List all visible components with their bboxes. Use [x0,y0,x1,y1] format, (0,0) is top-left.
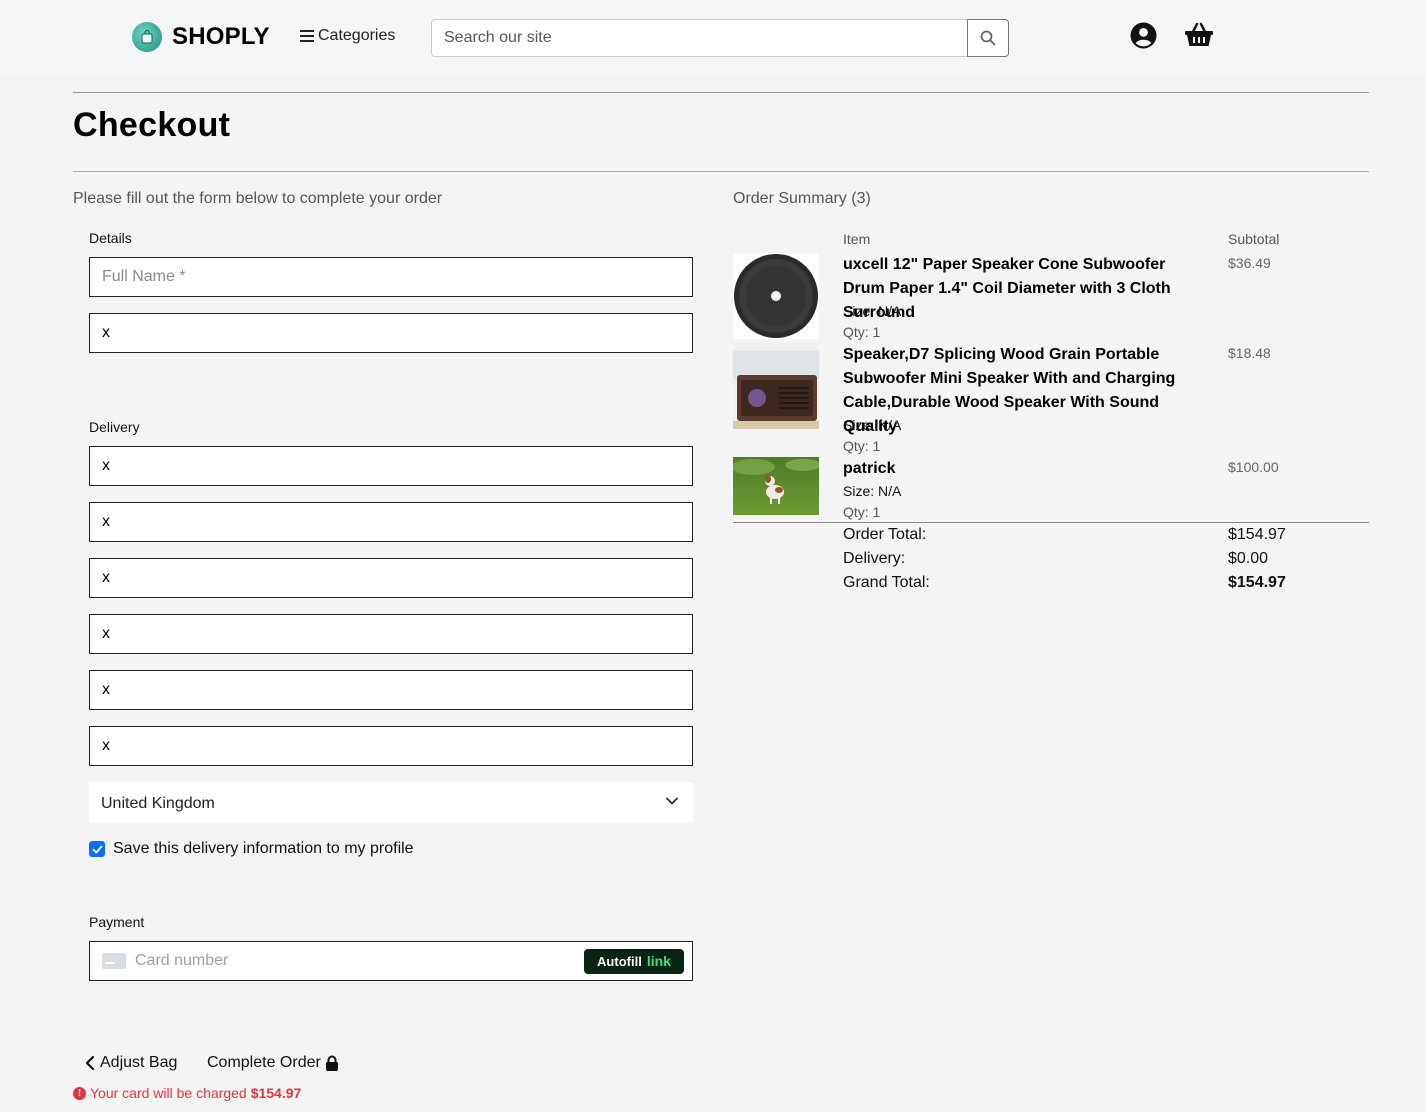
charge-text: Your card will be charged [90,1085,247,1101]
search-icon [980,30,996,46]
payment-label: Payment [89,914,145,930]
postcode-input[interactable]: x [89,726,693,766]
product-image-speaker-cone [733,253,819,339]
chevron-left-icon [85,1055,95,1071]
page-title: Checkout [73,106,231,144]
order-total-label: Order Total: [843,526,927,543]
search-input[interactable] [432,20,967,56]
categories-menu[interactable]: Categories [300,27,395,45]
item-price: $18.48 [1228,345,1271,361]
item-size: Size: N/A [843,483,902,499]
item-qty: Qty: 1 [843,438,881,454]
search-bar [431,19,1009,57]
email-input[interactable]: x [89,313,693,353]
shopping-bag-icon [132,22,162,52]
lock-icon [325,1055,338,1071]
item-price: $36.49 [1228,255,1271,271]
order-total-value: $154.97 [1228,526,1286,543]
delivery-cost-label: Delivery: [843,550,906,567]
basket-button[interactable] [1184,22,1214,53]
full-name-input[interactable]: Full Name * [89,257,693,297]
charge-amount: $154.97 [250,1085,302,1101]
adjust-bag-label: Adjust Bag [100,1054,178,1071]
order-summary-title: Order Summary (3) [733,190,871,207]
grand-total-label: Grand Total: [843,574,930,591]
logo[interactable]: SHOPLY [132,22,270,52]
card-number-field[interactable]: Card number Autofill link [89,941,693,981]
grand-total-value: $154.97 [1228,574,1286,591]
divider [733,522,1369,523]
charge-notice: ! Your card will be charged $154.97 [73,1085,301,1101]
account-icon [1130,22,1157,49]
save-info-row: Save this delivery information to my pro… [89,840,414,858]
column-header-subtotal: Subtotal [1228,231,1280,247]
basket-icon [1185,22,1213,46]
phone-input[interactable]: x [89,446,693,486]
delivery-cost-value: $0.00 [1228,550,1269,567]
complete-order-label: Complete Order [207,1054,321,1071]
card-icon [102,953,126,969]
checkmark-icon [92,845,102,853]
details-label: Details [89,230,132,246]
country-select[interactable]: United Kingdom [89,782,693,823]
item-name: patrick [843,460,896,477]
search-button[interactable] [967,19,1009,57]
chevron-down-icon [666,797,678,805]
item-size: Size: N/A [843,303,902,319]
card-number-placeholder: Card number [135,952,229,969]
country-value: United Kingdom [101,795,215,812]
item-qty: Qty: 1 [843,504,881,520]
autofill-label: Autofill [597,953,642,969]
logo-text: SHOPLY [172,23,270,50]
link-logo: link [646,953,671,969]
column-header-item: Item [843,231,871,247]
categories-label: Categories [318,27,396,44]
item-size: Size: N/A [843,417,902,433]
item-price: $100.00 [1228,459,1279,475]
complete-order-button[interactable]: Complete Order [207,1054,339,1072]
hamburger-icon [300,30,314,42]
delivery-label: Delivery [89,419,140,435]
town-city-input[interactable]: x [89,614,693,654]
street-address-2-input[interactable]: x [89,558,693,598]
item-qty: Qty: 1 [843,324,881,340]
top-navbar: SHOPLY Categories [0,0,1426,76]
form-intro: Please fill out the form below to comple… [73,190,443,207]
adjust-bag-button[interactable]: Adjust Bag [84,1054,177,1072]
divider [73,171,1369,172]
save-info-label: Save this delivery information to my pro… [113,840,414,857]
autofill-link-button[interactable]: Autofill link [584,948,684,974]
alert-icon: ! [73,1086,86,1100]
product-image-dog-photo [733,457,819,515]
street-address-1-input[interactable]: x [89,502,693,542]
account-button[interactable] [1130,22,1157,54]
product-image-wood-speaker [733,343,819,429]
save-info-checkbox[interactable] [89,841,105,857]
divider [73,92,1369,93]
county-input[interactable]: x [89,670,693,710]
